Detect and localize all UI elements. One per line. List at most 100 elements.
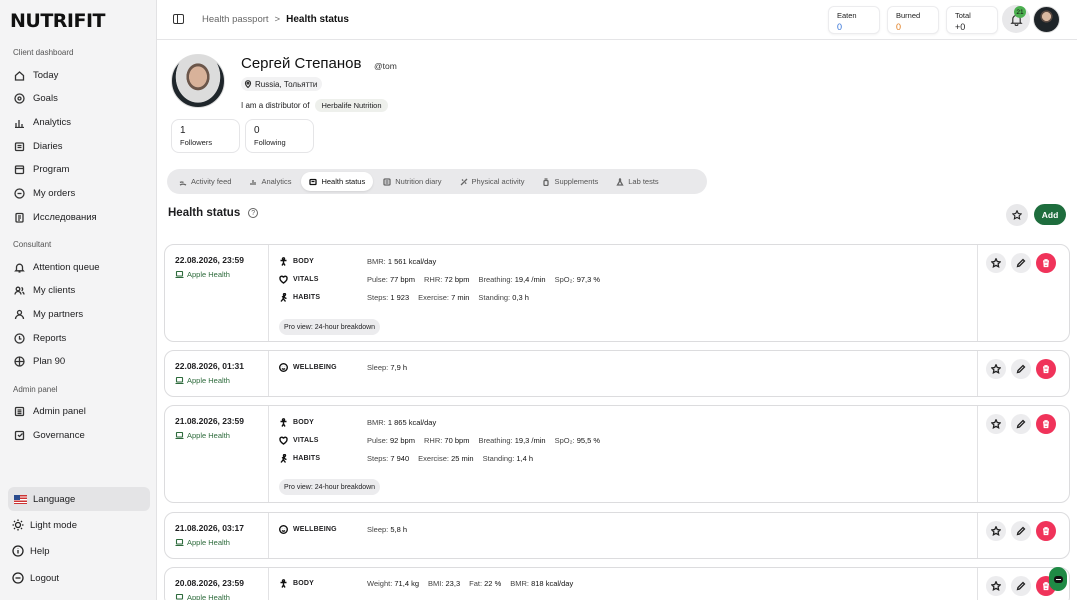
metric-value: 70 bpm [444, 436, 470, 445]
tab-health-status[interactable]: Health status [301, 172, 374, 191]
laptop-icon [175, 271, 184, 278]
brand-logo: NUTRIFIT [10, 10, 106, 32]
health-record-card: 22.08.2026, 01:31 Apple Health WELLBEING Sl… [164, 350, 1070, 397]
favorites-filter-button[interactable] [1006, 204, 1028, 226]
tab-icon [250, 179, 257, 185]
metric-label: BMR: [510, 579, 529, 588]
sidebar-item-reports[interactable]: Reports [11, 328, 149, 348]
edit-button[interactable] [1011, 253, 1031, 273]
delete-button[interactable] [1036, 359, 1056, 379]
location-pin-icon [244, 80, 252, 88]
sidebar-item-goals[interactable]: Goals [11, 89, 149, 109]
logout-icon [12, 572, 24, 584]
metric: BMI: 23,3 [428, 579, 460, 588]
help-circle-icon[interactable]: ? [248, 208, 259, 218]
location-text: Russia, Тольятти [255, 79, 318, 89]
followers-card[interactable]: 1 Followers [171, 119, 240, 153]
health-record-card: 20.08.2026, 23:59 Apple Health BODY Weight:… [164, 567, 1070, 600]
sidebar-item-program[interactable]: Program [11, 160, 149, 180]
record-category: BODY [279, 418, 367, 427]
metric-label: RHR: [423, 436, 443, 445]
record-actions [977, 351, 1069, 396]
record-source[interactable]: Apple Health [175, 593, 258, 600]
record-source[interactable]: Apple Health [175, 538, 258, 547]
tab-activity-feed[interactable]: Activity feed [171, 172, 239, 191]
add-button[interactable]: Add [1034, 204, 1066, 225]
laptop-icon [175, 539, 184, 546]
sun-icon [12, 519, 24, 531]
metric-value: 71,4 kg [394, 579, 419, 588]
sidebar-item-today[interactable]: Today [11, 65, 149, 85]
tab-supplements[interactable]: Supplements [534, 172, 606, 191]
sidebar-item-attention-queue[interactable]: Attention queue [11, 257, 149, 277]
metric-value: 23,3 [445, 579, 461, 588]
sidebar-item-governance[interactable]: Governance [11, 425, 149, 445]
record-source[interactable]: Apple Health [175, 376, 258, 385]
language-button[interactable]: Language [8, 487, 150, 511]
user-avatar[interactable] [1033, 6, 1060, 33]
edit-button[interactable] [1011, 576, 1031, 596]
vitals-icon [279, 275, 288, 284]
edit-button[interactable] [1011, 521, 1031, 541]
chat-button[interactable] [1049, 567, 1067, 591]
sidebar-item-my-partners[interactable]: My partners [11, 304, 149, 324]
following-card[interactable]: 0 Following [245, 119, 314, 153]
favorite-button[interactable] [986, 414, 1006, 434]
logout-button[interactable]: Logout [12, 572, 59, 584]
edit-button[interactable] [1011, 359, 1031, 379]
chat-icon [1053, 575, 1063, 583]
topbar: Health passport > Health status Eaten 0 … [157, 0, 1077, 40]
favorite-button[interactable] [986, 359, 1006, 379]
metric-label: Pulse: [367, 275, 388, 284]
favorite-button[interactable] [986, 576, 1006, 596]
record-source[interactable]: Apple Health [175, 431, 258, 440]
profile-tabs: Activity feed Analytics Health status Nutri… [167, 169, 707, 194]
laptop-icon [175, 594, 184, 600]
tab-icon [179, 180, 187, 186]
metric: BMR: 1 865 kcal/day [367, 418, 436, 427]
bell-icon [13, 261, 25, 273]
metric-label: Standing: [478, 293, 511, 302]
sidebar-item-label: Reports [33, 332, 67, 344]
sidebar-item-admin-panel[interactable]: Admin panel [11, 401, 149, 421]
health-record-card: 21.08.2026, 23:59 Apple Health BODY BMR: 1 … [164, 405, 1070, 503]
favorite-button[interactable] [986, 521, 1006, 541]
tab-lab-tests[interactable]: Lab tests [608, 172, 666, 191]
delete-button[interactable] [1036, 414, 1056, 434]
research-icon [13, 211, 25, 223]
sidebar-item-my-orders[interactable]: My orders [11, 184, 149, 204]
sidebar-toggle-icon[interactable] [173, 14, 184, 24]
metric-value: 1 561 kcal/day [387, 257, 437, 266]
record-meta: 21.08.2026, 03:17 Apple Health [165, 513, 269, 558]
pro-view-button[interactable]: Pro view: 24-hour breakdown [279, 319, 381, 335]
habits-icon [280, 293, 287, 302]
pro-view-button[interactable]: Pro view: 24-hour breakdown [279, 479, 381, 495]
followers-count: 1 [180, 125, 186, 136]
tab-nutrition-diary[interactable]: Nutrition diary [375, 172, 449, 191]
record-actions [977, 513, 1069, 558]
help-button[interactable]: Help [12, 545, 50, 557]
breadcrumb-parent[interactable]: Health passport [202, 14, 269, 25]
record-source[interactable]: Apple Health [175, 270, 258, 279]
sidebar-item-my-clients[interactable]: My clients [11, 281, 149, 301]
delete-button[interactable] [1036, 521, 1056, 541]
record-row-wellbeing: WELLBEING Sleep: 7,9 h [279, 363, 416, 372]
plan-icon [13, 356, 25, 368]
sidebar-item-analytics[interactable]: Analytics [11, 112, 149, 132]
sidebar-item-исследования[interactable]: Исследования [11, 207, 149, 227]
light-mode-button[interactable]: Light mode [12, 519, 77, 531]
sidebar-item-diaries[interactable]: Diaries [11, 136, 149, 156]
section-client-title: Client dashboard [13, 48, 74, 57]
wellbeing-icon [279, 363, 288, 372]
favorite-button[interactable] [986, 253, 1006, 273]
page-title-text: Health status [168, 207, 241, 219]
delete-button[interactable] [1036, 253, 1056, 273]
tab-analytics[interactable]: Analytics [241, 172, 299, 191]
health-record-card: 21.08.2026, 03:17 Apple Health WELLBEING Sl… [164, 512, 1070, 559]
breadcrumb: Health passport > Health status [202, 14, 349, 25]
edit-button[interactable] [1011, 414, 1031, 434]
tab-physical-activity[interactable]: Physical activity [452, 172, 533, 191]
record-meta: 22.08.2026, 23:59 Apple Health [165, 245, 269, 341]
record-row-wellbeing: WELLBEING Sleep: 5,8 h [279, 525, 416, 534]
sidebar-item-plan-90[interactable]: Plan 90 [11, 352, 149, 372]
